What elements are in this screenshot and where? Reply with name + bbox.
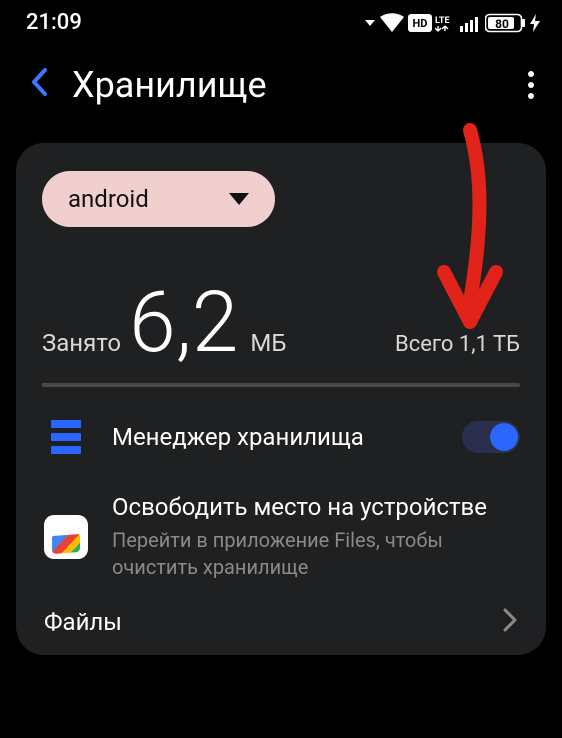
battery-icon: 80: [485, 13, 527, 33]
kebab-dot-icon: [528, 93, 534, 99]
usage-summary: Занято 6,2 МБ Всего 1,1 ТБ: [42, 281, 520, 365]
storage-manager-title: Менеджер хранилища: [112, 423, 440, 451]
total-value: Всего 1,1 ТБ: [395, 332, 520, 357]
wifi-icon: [379, 13, 405, 33]
kebab-dot-icon: [528, 71, 534, 77]
back-button[interactable]: [22, 63, 72, 107]
account-label: android: [68, 185, 149, 213]
used-value: 6,2: [129, 281, 238, 365]
chevron-right-icon: [502, 607, 518, 637]
app-header: Хранилище: [0, 41, 562, 123]
used-label: Занято: [42, 329, 121, 357]
dropdown-icon: [364, 17, 376, 29]
used-unit: МБ: [250, 329, 286, 357]
dropdown-arrow-icon: [229, 193, 249, 205]
files-app-icon: [42, 513, 90, 561]
storage-manager-icon: [42, 413, 90, 461]
page-title: Хранилище: [72, 64, 522, 106]
status-bar: 21:09 HD LTE 80: [0, 0, 562, 41]
free-space-row[interactable]: Освободить место на устройстве Перейти в…: [42, 481, 520, 585]
svg-text:LTE: LTE: [435, 16, 450, 26]
status-icons: HD LTE 80: [364, 13, 540, 33]
signal-icon: [460, 14, 482, 32]
battery-level: 80: [495, 17, 509, 31]
chevron-left-icon: [30, 67, 50, 97]
lte-badge-icon: LTE: [435, 14, 457, 32]
files-row[interactable]: Файлы: [42, 585, 520, 637]
storage-manager-toggle[interactable]: [462, 421, 520, 453]
files-label: Файлы: [44, 608, 122, 636]
hd-badge-icon: HD: [408, 14, 432, 32]
svg-text:HD: HD: [413, 17, 428, 30]
bolt-icon: [530, 14, 540, 32]
status-time: 21:09: [26, 10, 82, 35]
storage-manager-row[interactable]: Менеджер хранилища: [42, 387, 520, 481]
free-space-title: Освободить место на устройстве: [112, 493, 520, 521]
storage-card: android Занято 6,2 МБ Всего 1,1 ТБ Менед…: [16, 143, 546, 655]
more-menu-button[interactable]: [522, 65, 540, 105]
free-space-subtitle: Перейти в приложение Files, чтобы очисти…: [112, 527, 520, 581]
account-selector[interactable]: android: [42, 171, 275, 227]
kebab-dot-icon: [528, 82, 534, 88]
